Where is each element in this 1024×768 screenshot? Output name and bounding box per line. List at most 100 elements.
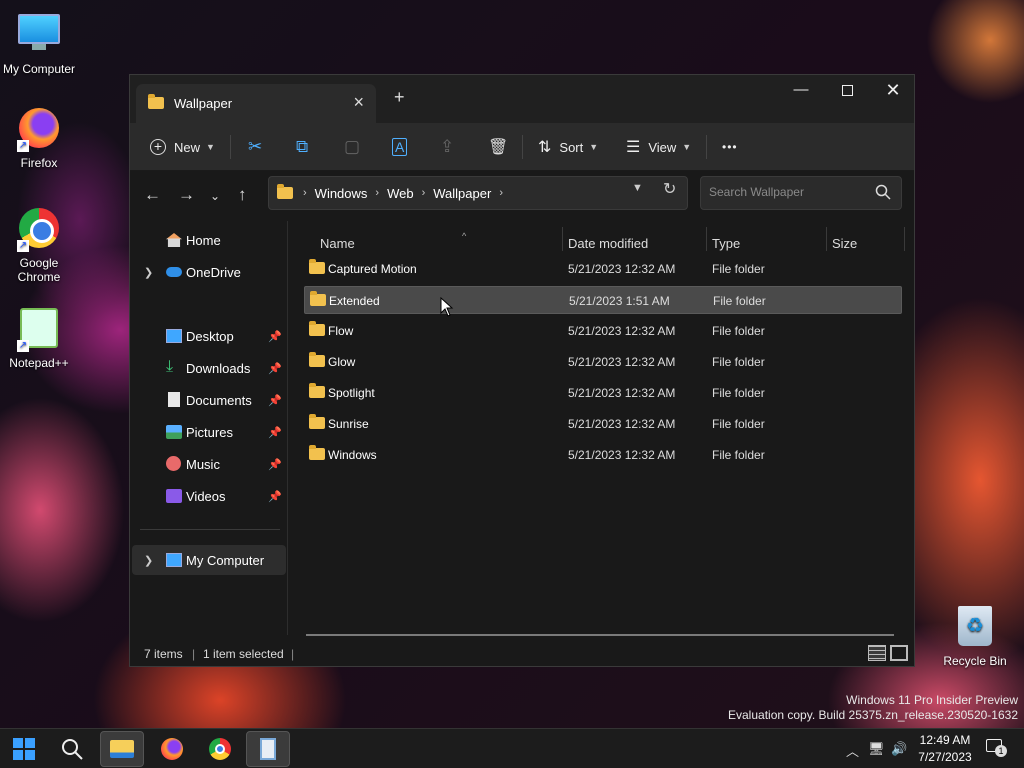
more-options-button[interactable]: ••• (722, 131, 738, 163)
close-tab-icon[interactable]: × (353, 92, 364, 113)
file-explorer-icon (110, 740, 134, 758)
table-row-selected[interactable]: Extended 5/21/2023 1:51 AM File folder (304, 286, 902, 314)
column-divider[interactable] (904, 227, 905, 251)
download-icon: ⤓ (166, 358, 174, 375)
mouse-cursor-icon (440, 297, 454, 317)
file-type: File folder (712, 386, 765, 400)
desktop-icon-my-computer[interactable]: My Computer (0, 10, 78, 76)
close-window-button[interactable]: ✕ (870, 75, 916, 107)
folder-icon (309, 259, 325, 274)
column-header-name[interactable]: Name ^ (320, 229, 560, 257)
notifications-button[interactable]: 1 (986, 739, 1008, 759)
show-hidden-icons-chevron[interactable]: ︿ (846, 741, 859, 760)
taskbar-file-explorer[interactable] (100, 731, 144, 767)
sort-button[interactable]: ⇅ Sort ▼ (538, 131, 598, 163)
sidebar-item-music[interactable]: Music 📌 (132, 449, 286, 479)
up-arrow-icon[interactable]: ↑ (238, 185, 247, 205)
breadcrumb-windows[interactable]: Windows (315, 186, 368, 201)
desktop-icon-notepadpp[interactable]: ↗ Notepad++ (0, 306, 78, 370)
notification-badge: 1 (995, 745, 1007, 757)
table-row[interactable]: Windows 5/21/2023 12:32 AM File folder (304, 441, 902, 469)
volume-icon[interactable]: 🔊 (891, 741, 907, 757)
sidebar-item-label: Documents (186, 392, 252, 408)
desktop-icon-recycle-bin[interactable]: ♻ Recycle Bin (936, 604, 1014, 668)
search-button[interactable] (50, 731, 94, 767)
column-divider[interactable] (562, 227, 563, 251)
desktop-icon (166, 329, 182, 343)
app-icon (260, 738, 276, 760)
breadcrumb-web[interactable]: Web (387, 186, 414, 201)
network-icon[interactable]: 🖥 (868, 741, 885, 757)
desktop-icon-firefox[interactable]: ↗ Firefox (0, 106, 78, 170)
taskbar: ︿ 🖥 🔊 12:49 AM 7/27/2023 1 (0, 728, 1024, 768)
minimize-button[interactable]: — (778, 75, 824, 107)
sidebar-item-documents[interactable]: Documents 📌 (132, 385, 286, 415)
computer-icon (17, 14, 61, 58)
start-button[interactable] (2, 731, 46, 767)
file-type: File folder (713, 294, 766, 308)
view-button[interactable]: ☰ View ▼ (626, 131, 691, 163)
search-input[interactable] (709, 185, 869, 199)
document-icon (168, 392, 180, 407)
table-row[interactable]: Captured Motion 5/21/2023 12:32 AM File … (304, 255, 902, 283)
sidebar-item-label: Videos (186, 488, 226, 504)
sidebar-item-downloads[interactable]: ⤓ Downloads 📌 (132, 353, 286, 383)
taskbar-chrome[interactable] (198, 731, 242, 767)
refresh-icon[interactable]: ↻ (663, 179, 676, 199)
new-button[interactable]: + New ▼ (150, 131, 215, 163)
sidebar-item-pictures[interactable]: Pictures 📌 (132, 417, 286, 447)
folder-icon (309, 321, 325, 336)
sidebar-item-home[interactable]: Home (132, 225, 286, 255)
breadcrumb-wallpaper[interactable]: Wallpaper (433, 186, 491, 201)
copy-button[interactable]: ⧉ (296, 131, 308, 163)
folder-icon (309, 414, 325, 429)
file-type: File folder (712, 417, 765, 431)
sidebar-item-my-computer[interactable]: ❯ My Computer (132, 545, 286, 575)
breadcrumb-separator-icon: › (375, 187, 380, 199)
file-explorer-window: Wallpaper × + — ✕ + New ▼ ✂ ⧉ ▢ A ⇪ 🗑 ⇅ … (129, 74, 915, 667)
address-history-chevron-icon[interactable]: ▼ (632, 182, 643, 194)
navigation-pane: Home ❯ OneDrive Desktop 📌 ⤓ Downloads 📌 … (130, 221, 288, 635)
details-view-icon[interactable] (868, 645, 886, 661)
column-header-size[interactable]: Size (832, 229, 902, 257)
table-row[interactable]: Sunrise 5/21/2023 12:32 AM File folder (304, 410, 902, 438)
expand-chevron-icon[interactable]: ❯ (144, 554, 153, 567)
forward-arrow-icon[interactable]: → (178, 185, 195, 205)
column-header-date-modified[interactable]: Date modified (568, 229, 708, 257)
delete-button[interactable]: 🗑 (488, 131, 508, 163)
recent-locations-chevron-icon[interactable]: ⌄ (210, 189, 220, 203)
file-name: Flow (328, 324, 354, 338)
table-row[interactable]: Spotlight 5/21/2023 12:32 AM File folder (304, 379, 902, 407)
taskbar-firefox[interactable] (150, 731, 194, 767)
sidebar-item-onedrive[interactable]: ❯ OneDrive (132, 257, 286, 287)
sidebar-item-videos[interactable]: Videos 📌 (132, 481, 286, 511)
clock[interactable]: 12:49 AM 7/27/2023 (908, 732, 982, 766)
horizontal-scrollbar[interactable] (306, 634, 894, 636)
tab-wallpaper[interactable]: Wallpaper × (136, 84, 376, 123)
desktop-icon-chrome[interactable]: ↗ Google Chrome (0, 206, 78, 284)
status-divider: | (291, 647, 295, 661)
share-button[interactable]: ⇪ (440, 131, 454, 163)
table-row[interactable]: Flow 5/21/2023 12:32 AM File folder (304, 317, 902, 345)
column-header-type[interactable]: Type (712, 229, 822, 257)
cut-button[interactable]: ✂ (248, 131, 262, 163)
back-arrow-icon[interactable]: ← (144, 185, 161, 205)
expand-chevron-icon[interactable]: ❯ (144, 266, 153, 279)
taskbar-notepadpp[interactable] (246, 731, 290, 767)
tiles-view-icon[interactable] (890, 645, 908, 661)
maximize-button[interactable] (824, 75, 870, 107)
file-date: 5/21/2023 12:32 AM (568, 355, 676, 369)
sidebar-item-desktop[interactable]: Desktop 📌 (132, 321, 286, 351)
table-row[interactable]: Glow 5/21/2023 12:32 AM File folder (304, 348, 902, 376)
column-divider[interactable] (706, 227, 707, 251)
search-box[interactable] (700, 176, 902, 210)
file-date: 5/21/2023 12:32 AM (568, 448, 676, 462)
status-divider: | (192, 647, 196, 661)
clock-date: 7/27/2023 (918, 750, 972, 764)
address-bar[interactable]: › Windows › Web › Wallpaper › (268, 176, 688, 210)
paste-button[interactable]: ▢ (344, 131, 360, 163)
rename-button[interactable]: A (392, 131, 408, 163)
sort-button-label: Sort (559, 139, 584, 155)
column-divider[interactable] (826, 227, 827, 251)
new-tab-button[interactable]: + (394, 87, 405, 108)
